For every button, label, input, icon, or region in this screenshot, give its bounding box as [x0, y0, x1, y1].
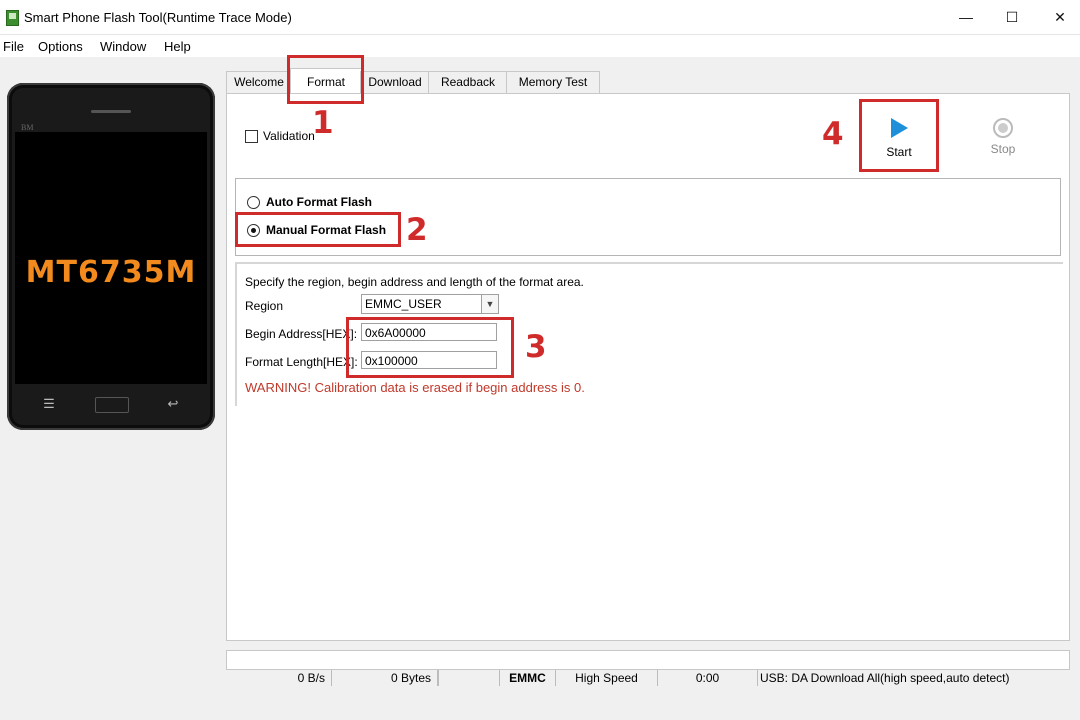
- app-icon: [6, 10, 19, 26]
- format-length-label: Format Length[HEX]:: [245, 355, 358, 369]
- calibration-warning: WARNING! Calibration data is erased if b…: [245, 380, 585, 395]
- tab-welcome[interactable]: Welcome: [226, 71, 292, 93]
- progress-bar: [226, 650, 1070, 670]
- stop-label: Stop: [990, 142, 1016, 156]
- status-bar: 0 B/s 0 Bytes EMMC High Speed 0:00 USB: …: [226, 670, 1068, 686]
- annotation-box-manual-format: [235, 212, 401, 247]
- status-usb: USB: DA Download All(high speed,auto det…: [760, 671, 1010, 685]
- menu-help[interactable]: Help: [164, 39, 191, 54]
- status-storage: EMMC: [500, 670, 556, 686]
- close-button[interactable]: ✕: [1048, 6, 1072, 28]
- tab-download[interactable]: Download: [360, 71, 430, 93]
- menu-options[interactable]: Options: [38, 39, 83, 54]
- menu-window[interactable]: Window: [100, 39, 146, 54]
- phone-back-icon: ↩: [167, 396, 179, 411]
- phone-brand: BM: [21, 123, 34, 132]
- title-bar: Smart Phone Flash Tool(Runtime Trace Mod…: [0, 0, 1080, 35]
- menu-file[interactable]: File: [3, 39, 24, 54]
- region-label: Region: [245, 299, 284, 313]
- region-select[interactable]: EMMC_USER ▼: [361, 294, 499, 314]
- phone-menu-icon: ☰: [43, 396, 55, 411]
- status-speed: 0 B/s: [226, 670, 332, 686]
- maximize-button[interactable]: ☐: [1000, 6, 1024, 28]
- format-description: Specify the region, begin address and le…: [245, 275, 584, 289]
- status-bytes: 0 Bytes: [332, 670, 438, 686]
- tab-readback[interactable]: Readback: [428, 71, 508, 93]
- minimize-button[interactable]: —: [954, 6, 978, 28]
- auto-format-label: Auto Format Flash: [266, 195, 373, 209]
- phone-image: BM MT6735M ☰ ↩: [7, 83, 215, 430]
- region-value: EMMC_USER: [365, 297, 442, 311]
- annotation-box-format-tab: [287, 55, 364, 104]
- auto-format-radio[interactable]: [247, 196, 260, 209]
- annotation-box-start-button: [859, 99, 939, 172]
- annotation-box-address-fields: [346, 317, 514, 378]
- chevron-down-icon: ▼: [481, 295, 498, 313]
- begin-address-label: Begin Address[HEX]:: [245, 327, 358, 341]
- annotation-number-3: 3: [525, 329, 547, 365]
- annotation-number-2: 2: [406, 212, 428, 248]
- status-gap: [438, 670, 500, 686]
- status-speed-mode: High Speed: [556, 670, 658, 686]
- menu-bar: File Options Window Help: [0, 35, 1080, 57]
- stop-button[interactable]: Stop: [981, 118, 1025, 156]
- phone-model-label: MT6735M: [25, 255, 197, 290]
- window-title: Smart Phone Flash Tool(Runtime Trace Mod…: [24, 10, 292, 25]
- phone-home-icon: [95, 397, 129, 413]
- validation-label: Validation: [263, 129, 315, 143]
- stop-icon: [993, 118, 1013, 138]
- annotation-number-4: 4: [822, 116, 844, 152]
- status-time: 0:00: [658, 670, 758, 686]
- phone-speaker: [91, 110, 131, 113]
- annotation-number-1: 1: [312, 105, 334, 141]
- tab-memory-test[interactable]: Memory Test: [506, 71, 600, 93]
- validation-checkbox[interactable]: [245, 130, 258, 143]
